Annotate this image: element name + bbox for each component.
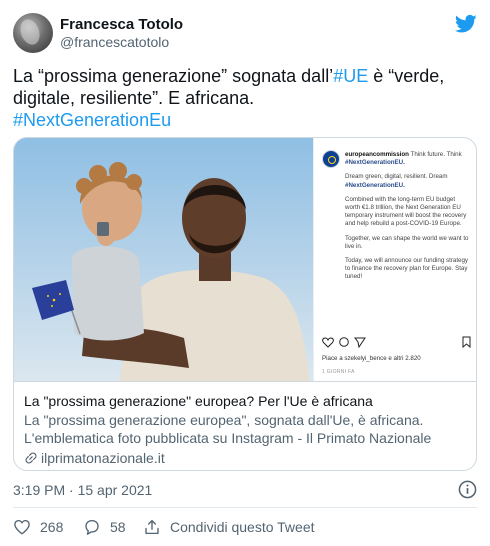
link-preview-card[interactable]: europeancommission Think future. Think #… <box>13 137 477 471</box>
instagram-tag: #NextGenerationEU. <box>345 159 405 167</box>
instagram-p3: Combined with the long-term EU budget wo… <box>345 195 467 228</box>
share-button[interactable]: Condividi questo Tweet <box>143 517 315 537</box>
like-count: 268 <box>40 519 64 535</box>
share-label: Condividi questo Tweet <box>170 519 315 535</box>
tweet: Francesca Totolo @francescatotolo La “pr… <box>0 0 490 546</box>
instagram-heart-icon <box>322 337 334 348</box>
card-description-line: La "prossima generazione europea", sogna… <box>24 412 424 428</box>
instagram-send-icon <box>354 337 366 348</box>
link-icon <box>25 452 37 464</box>
instagram-bookmark-icon <box>462 336 471 348</box>
instagram-likes: Piace a szekelyi_bence e altri 2.820 <box>322 355 421 362</box>
european-commission-logo <box>322 150 340 168</box>
tweet-text-part: La “prossima generazione” sognata dall’ <box>13 66 334 86</box>
tweet-text: La “prossima generazione” sognata dall’#… <box>13 65 483 131</box>
card-domain-text: ilprimatonazionale.it <box>41 450 165 466</box>
instagram-p2: Dream green, digital, resilient. Dream <box>345 173 448 181</box>
hashtag-nextgenerationeu-link[interactable]: #NextGenerationEu <box>13 110 171 130</box>
heart-icon <box>14 519 30 535</box>
info-icon[interactable] <box>458 480 477 499</box>
card-domain: ilprimatonazionale.it <box>24 449 468 467</box>
twitter-bird-icon[interactable] <box>455 14 477 34</box>
instagram-username: europeancommission <box>345 151 409 158</box>
author-handle[interactable]: @francescatotolo <box>60 34 169 50</box>
reply-count: 58 <box>110 519 126 535</box>
instagram-date: 1 GIORNI FA <box>322 369 355 375</box>
hashtag-ue-link[interactable]: #UE <box>333 66 368 86</box>
reply-button[interactable]: 58 <box>83 517 126 537</box>
instagram-p4: Together, we can shape the world we want… <box>345 234 469 250</box>
card-description: La "prossima generazione europea", sogna… <box>24 411 468 447</box>
card-meta[interactable]: La "prossima generazione" europea? Per l… <box>14 381 476 470</box>
card-image[interactable]: europeancommission Think future. Think #… <box>14 138 476 381</box>
instagram-action-icons <box>322 336 471 348</box>
instagram-caption-intro: Think future. Think <box>410 151 462 158</box>
tweet-timestamp[interactable]: 3:19 PM · 15 apr 2021 <box>13 482 152 498</box>
instagram-tag: #NextGenerationEU. <box>345 181 405 189</box>
instagram-caption: europeancommission Think future. Think #… <box>345 151 471 288</box>
card-photo <box>14 138 313 381</box>
instagram-post-panel: europeancommission Think future. Think #… <box>313 138 476 381</box>
like-button[interactable]: 268 <box>13 517 63 537</box>
card-description-line: L'emblematica foto pubblicata su Instagr… <box>24 430 432 446</box>
share-icon <box>145 519 159 535</box>
divider <box>13 507 477 508</box>
author-display-name[interactable]: Francesca Totolo <box>60 16 183 33</box>
avatar[interactable] <box>13 13 53 53</box>
reply-bubble-icon <box>85 519 99 535</box>
instagram-comment-icon <box>339 337 349 347</box>
card-title: La "prossima generazione" europea? Per l… <box>24 393 373 409</box>
instagram-p5: Today, we will announce our funding stra… <box>345 257 469 281</box>
